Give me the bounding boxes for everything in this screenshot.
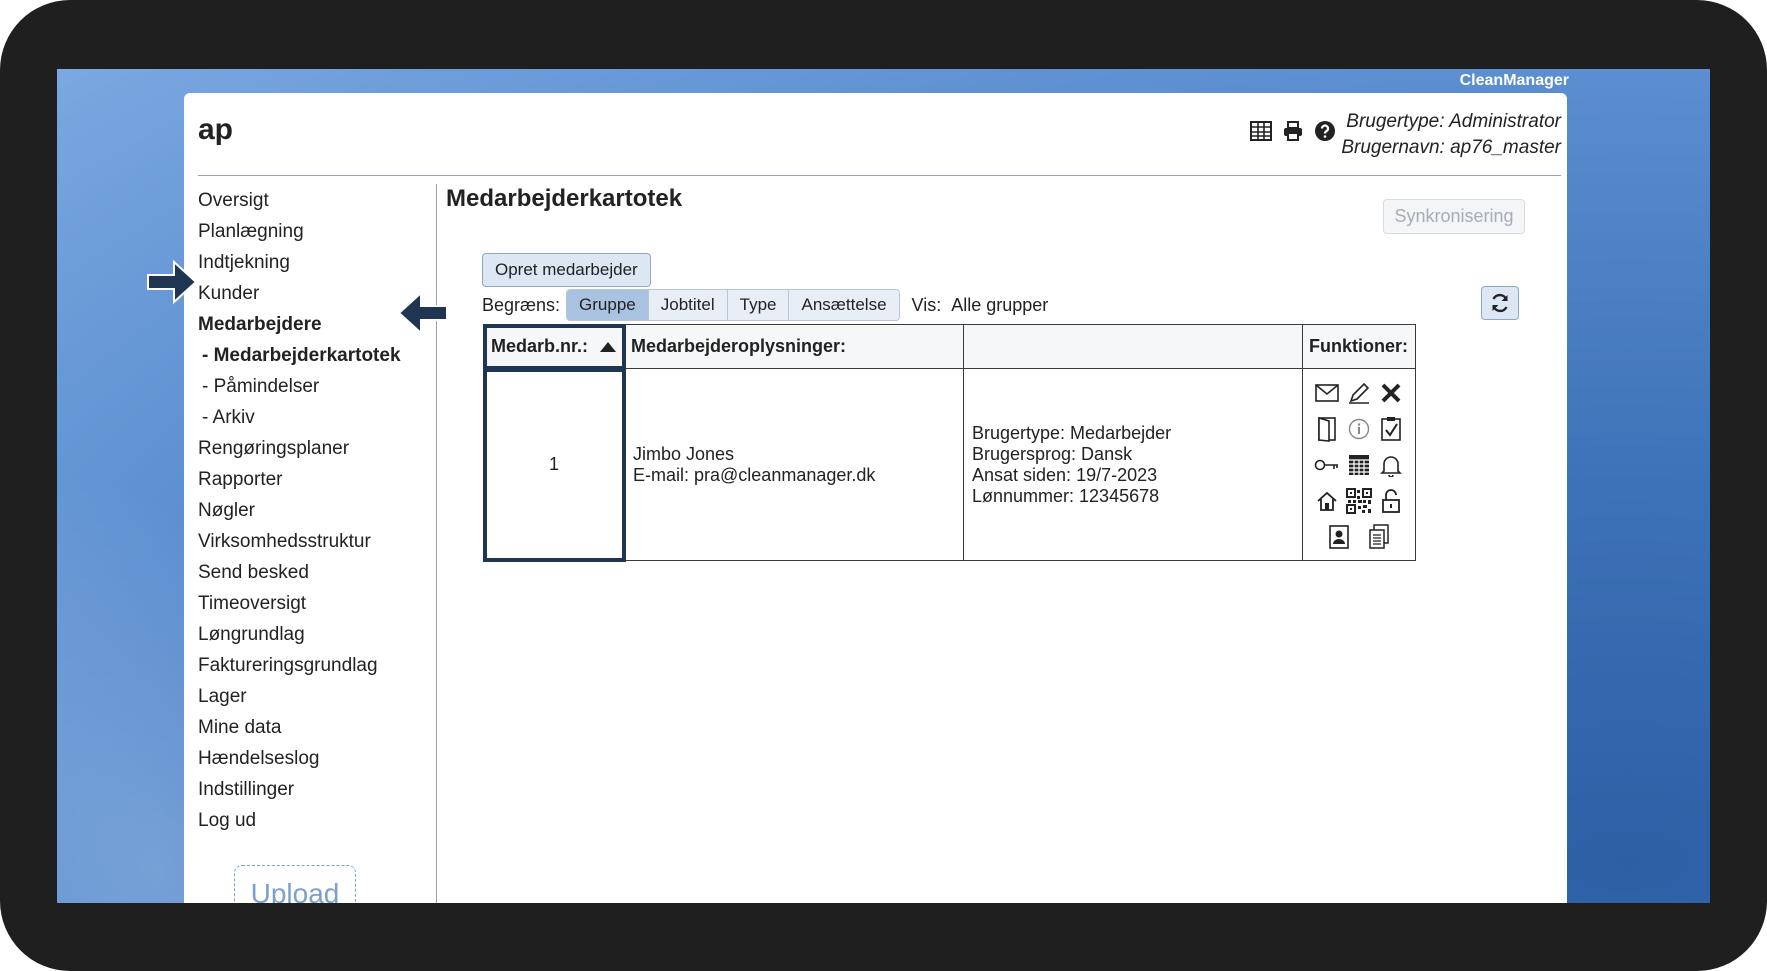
filter-row: Begræns: Gruppe Jobtitel Type Ansættelse… — [482, 289, 1048, 321]
nav-item-medarbejderkartotek[interactable]: - Medarbejderkartotek — [198, 340, 401, 371]
filter-gruppe[interactable]: Gruppe — [567, 290, 648, 320]
device-frame: CleanManager ap Brugertype: Administrato… — [0, 0, 1767, 971]
arrow-left-icon — [397, 290, 448, 336]
app-window: ap Brugertype: Administrator Brugernavn:… — [147, 93, 1567, 903]
header-divider — [198, 175, 1561, 176]
filter-label: Begræns: — [482, 294, 561, 315]
vis-label: Vis: — [911, 294, 942, 315]
print-icon[interactable] — [1281, 119, 1305, 143]
table-icon[interactable] — [1249, 119, 1273, 143]
door-icon[interactable] — [1311, 414, 1343, 444]
col-header-info[interactable]: Medarbejderoplysninger: — [624, 324, 964, 369]
employee-since: Ansat siden: 19/7-2023 — [972, 464, 1158, 485]
user-type: Brugertype: Administrator — [1346, 111, 1561, 132]
sort-asc-icon — [600, 342, 617, 353]
calculator-icon[interactable] — [1343, 450, 1375, 480]
nav-item-rapporter[interactable]: Rapporter — [198, 464, 401, 495]
sidebar-nav: Oversigt Planlægning Indtjekning Kunder … — [198, 185, 401, 836]
nav-item-rengoeringsplaner[interactable]: Rengøringsplaner — [198, 433, 401, 464]
home-icon[interactable] — [1311, 486, 1343, 516]
table-header-row: Medarb.nr.: Medarbejderoplysninger: Funk… — [482, 323, 1416, 370]
cell-functions — [1302, 368, 1416, 561]
filter-type[interactable]: Type — [726, 290, 789, 320]
nav-item-send-besked[interactable]: Send besked — [198, 557, 401, 588]
sync-button[interactable]: Synkronisering — [1383, 199, 1525, 234]
documents-icon[interactable] — [1363, 522, 1395, 552]
refresh-icon — [1492, 293, 1508, 313]
nav-item-noegler[interactable]: Nøgler — [198, 495, 401, 526]
user-info: Brugertype: Administrator Brugernavn: ap… — [1341, 109, 1561, 161]
nav-item-medarbejdere[interactable]: Medarbejdere — [198, 309, 401, 340]
brand-label: CleanManager — [1459, 72, 1569, 89]
upload-button[interactable]: Upload — [234, 865, 356, 903]
nav-item-faktureringsgrundlag[interactable]: Faktureringsgrundlag — [198, 650, 401, 681]
nav-item-arkiv[interactable]: - Arkiv — [198, 402, 401, 433]
employee-table: Medarb.nr.: Medarbejderoplysninger: Funk… — [482, 323, 1416, 562]
qr-code-icon[interactable] — [1343, 486, 1375, 516]
employee-usertype: Brugertype: Medarbejder — [972, 422, 1172, 443]
cell-info: Jimbo Jones E-mail: pra@cleanmanager.dk — [624, 368, 964, 561]
nav-item-loengrundlag[interactable]: Løngrundlag — [198, 619, 401, 650]
nav-item-mine-data[interactable]: Mine data — [198, 712, 401, 743]
info-icon[interactable] — [1343, 414, 1375, 444]
employee-name: Jimbo Jones — [633, 443, 735, 464]
col-header-blank — [963, 324, 1303, 369]
nav-item-timeoversigt[interactable]: Timeoversigt — [198, 588, 401, 619]
nav-item-lager[interactable]: Lager — [198, 681, 401, 712]
nav-item-oversigt[interactable]: Oversigt — [198, 185, 401, 216]
col-header-nr[interactable]: Medarb.nr.: — [482, 323, 626, 370]
checklist-icon[interactable] — [1375, 414, 1407, 444]
arrow-right-icon — [147, 259, 198, 305]
desktop-background: CleanManager ap Brugertype: Administrato… — [57, 69, 1710, 903]
nav-item-planlaegning[interactable]: Planlægning — [198, 216, 401, 247]
app-title: ap — [198, 113, 234, 146]
nav-item-paamindelser[interactable]: - Påmindelser — [198, 371, 401, 402]
col-header-functions: Funktioner: — [1302, 324, 1416, 369]
filter-jobtitel[interactable]: Jobtitel — [647, 290, 727, 320]
refresh-button[interactable] — [1481, 286, 1519, 320]
vis-value[interactable]: Alle grupper — [951, 295, 1048, 316]
table-row[interactable]: 1 Jimbo Jones E-mail: pra@cleanmanager.d… — [482, 367, 1416, 562]
mail-icon[interactable] — [1311, 378, 1343, 408]
nav-item-kunder[interactable]: Kunder — [198, 278, 401, 309]
filter-segment: Gruppe Jobtitel Type Ansættelse — [566, 289, 900, 321]
delete-icon[interactable] — [1375, 378, 1407, 408]
create-employee-button[interactable]: Opret medarbejder — [482, 253, 651, 287]
cell-nr: 1 — [482, 367, 626, 562]
nav-item-indtjekning[interactable]: Indtjekning — [198, 247, 401, 278]
nav-item-virksomhedsstruktur[interactable]: Virksomhedsstruktur — [198, 526, 401, 557]
cell-details: Brugertype: Medarbejder Brugersprog: Dan… — [963, 368, 1303, 561]
user-name: Brugernavn: ap76_master — [1341, 137, 1561, 158]
help-icon[interactable] — [1313, 119, 1337, 143]
function-icons-last-row — [1311, 522, 1407, 552]
header-toolbar — [1249, 119, 1337, 143]
employee-salary-no: Lønnummer: 12345678 — [972, 485, 1160, 506]
page-title: Medarbejderkartotek — [446, 185, 683, 212]
nav-item-log-ud[interactable]: Log ud — [198, 805, 401, 836]
nav-item-indstillinger[interactable]: Indstillinger — [198, 774, 401, 805]
nav-item-haendelseslog[interactable]: Hændelseslog — [198, 743, 401, 774]
unlock-icon[interactable] — [1375, 486, 1407, 516]
bell-icon[interactable] — [1375, 450, 1407, 480]
employee-language: Brugersprog: Dansk — [972, 443, 1133, 464]
edit-icon[interactable] — [1343, 378, 1375, 408]
id-card-icon[interactable] — [1323, 522, 1355, 552]
employee-email: E-mail: pra@cleanmanager.dk — [633, 464, 876, 485]
filter-ansaettelse[interactable]: Ansættelse — [788, 290, 899, 320]
key-icon[interactable] — [1311, 450, 1343, 480]
col-header-nr-label: Medarb.nr.: — [490, 336, 588, 356]
